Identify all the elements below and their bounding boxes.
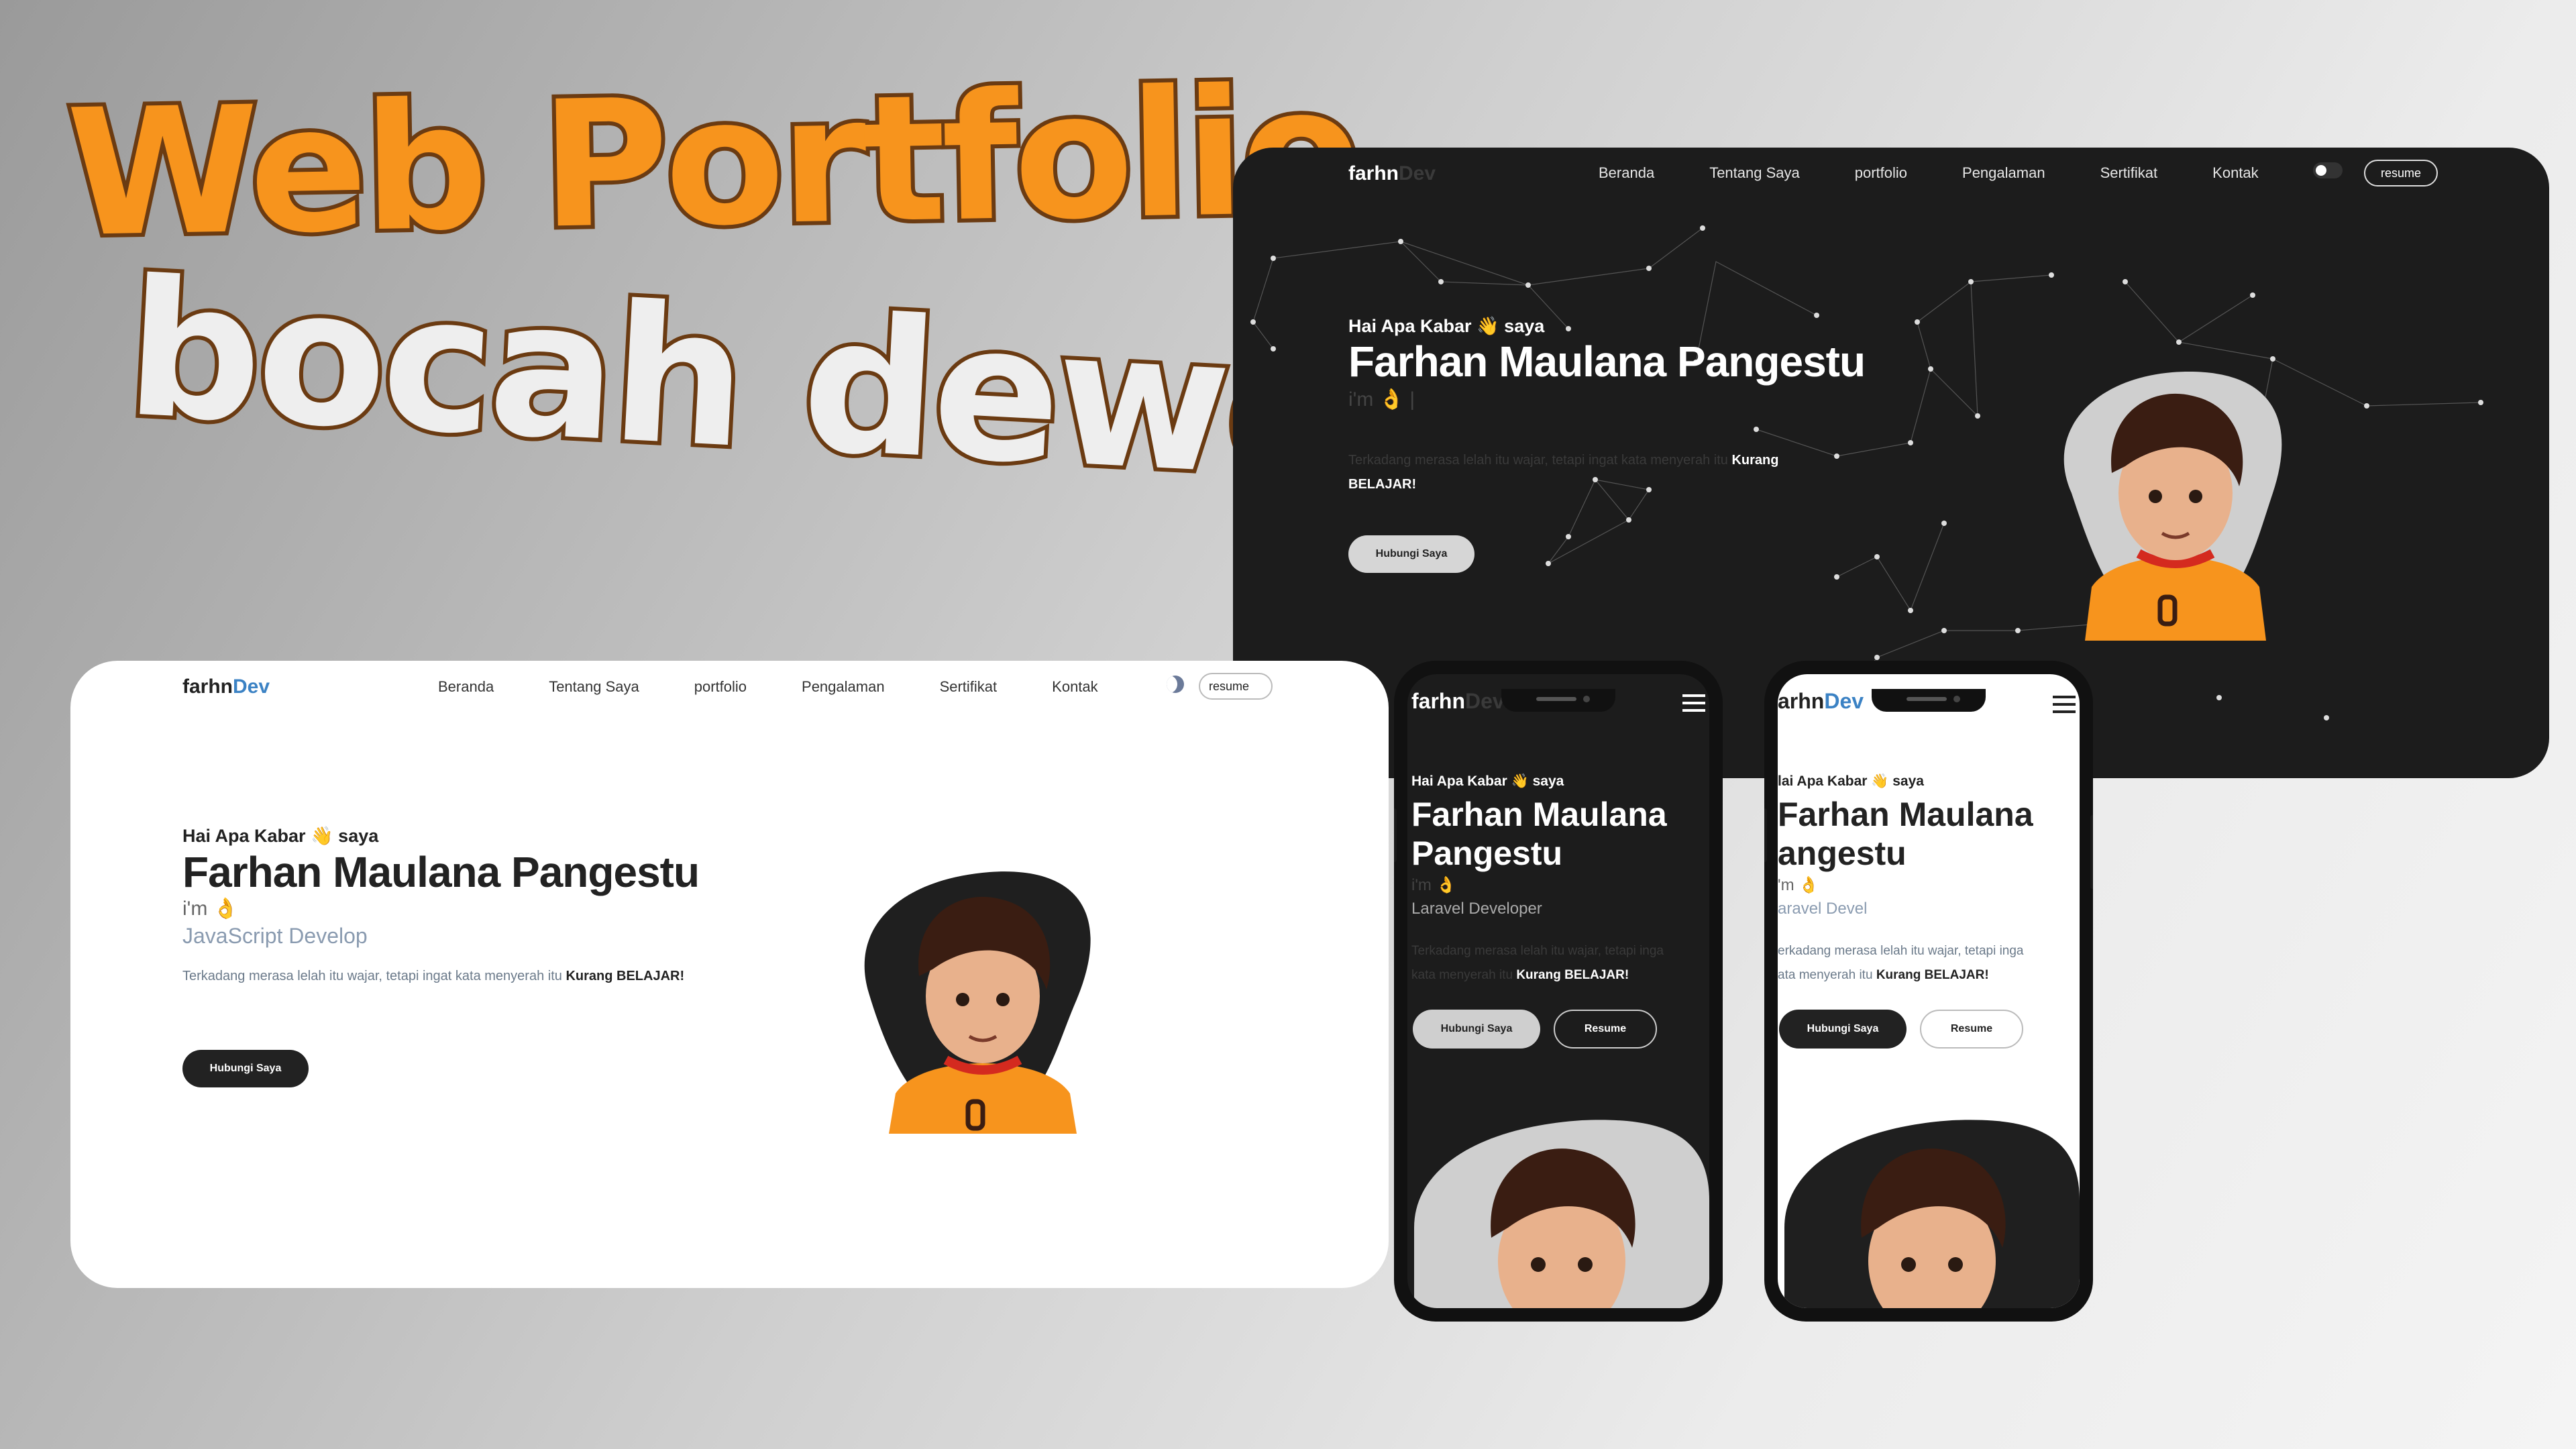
- theme-toggle-moon-icon[interactable]: [1167, 676, 1184, 693]
- nav-portfolio[interactable]: portfolio: [1855, 164, 1907, 182]
- headline-line-1: Web Portfolio: [61, 46, 1362, 280]
- typing-prefix: i'm 👌: [182, 898, 239, 920]
- logo-main: farhn: [182, 676, 233, 698]
- hero-name-line-2: angestu: [1778, 835, 1907, 872]
- logo-accent: Dev: [1399, 162, 1436, 184]
- phone-screen: farhnDev Hai Apa Kabar 👋 saya Farhan Mau…: [1407, 674, 1709, 1308]
- nav-portfolio[interactable]: portfolio: [694, 678, 747, 696]
- greeting: Hai Apa Kabar 👋 saya: [1411, 773, 1564, 789]
- site-logo[interactable]: farhnDev: [1348, 162, 1436, 185]
- quote-strong-2: BELAJAR!: [1348, 477, 1417, 492]
- hero-name: Farhan Maulana angestu: [1778, 795, 2033, 873]
- quote-line-1: erkadang merasa lelah itu wajar, tetapi …: [1778, 944, 2024, 958]
- nav-tentang-saya[interactable]: Tentang Saya: [549, 678, 639, 696]
- nav-pengalaman[interactable]: Pengalaman: [1962, 164, 2045, 182]
- typing-prefix: i'm 👌: [1411, 876, 1456, 894]
- avatar: [2063, 372, 2282, 641]
- quote-strong-1: Kurang: [566, 969, 613, 983]
- hero-name-line-2: Pangestu: [1411, 835, 1563, 872]
- greeting: lai Apa Kabar 👋 saya: [1778, 773, 1924, 789]
- promo-headline: Web Portfolio bocah dewe: [61, 46, 1362, 526]
- hero-role: JavaScript Develop: [182, 924, 368, 948]
- quote-lead: Terkadang merasa lelah itu wajar, tetapi…: [182, 969, 562, 983]
- phone-notch: [1501, 689, 1615, 712]
- quote-strong-1: Kurang: [1731, 453, 1779, 468]
- main-nav: Beranda Tentang Saya portfolio Pengalama…: [1599, 164, 2314, 182]
- resume-button[interactable]: Resume: [1554, 1010, 1657, 1049]
- hero-role: aravel Devel: [1778, 900, 1868, 918]
- nav-beranda[interactable]: Beranda: [1599, 164, 1654, 182]
- hero-quote: Terkadang merasa lelah itu wajar, tetapi…: [1348, 448, 1818, 496]
- quote-line-1: Terkadang merasa lelah itu wajar, tetapi…: [1411, 944, 1664, 958]
- site-logo[interactable]: farhnDev: [1411, 689, 1505, 714]
- dark-phone-preview: farhnDev Hai Apa Kabar 👋 saya Farhan Mau…: [1394, 661, 1723, 1322]
- nav-pengalaman[interactable]: Pengalaman: [802, 678, 885, 696]
- quote-strong: Kurang BELAJAR!: [1516, 968, 1629, 982]
- light-desktop-preview: farhnDev Beranda Tentang Saya portfolio …: [70, 661, 1389, 1288]
- nav-sertifikat[interactable]: Sertifikat: [940, 678, 998, 696]
- hero-quote: erkadang merasa lelah itu wajar, tetapi …: [1778, 939, 2080, 987]
- phone-screen: arhnDev lai Apa Kabar 👋 saya Farhan Maul…: [1778, 674, 2080, 1308]
- typing-prefix: 'm 👌: [1778, 876, 1819, 894]
- resume-nav-button[interactable]: resume: [1199, 673, 1273, 700]
- nav-kontak[interactable]: Kontak: [2212, 164, 2259, 182]
- hero-name: Farhan Maulana Pangestu: [182, 848, 700, 896]
- phone-notch: [1872, 689, 1986, 712]
- quote-strong-2: BELAJAR!: [616, 969, 685, 983]
- nav-beranda[interactable]: Beranda: [438, 678, 494, 696]
- resume-nav-button[interactable]: resume: [2364, 160, 2438, 186]
- contact-button[interactable]: Hubungi Saya: [182, 1050, 309, 1087]
- typing-prefix: i'm 👌 |: [1348, 388, 1415, 411]
- hero-name-line-1: Farhan Maulana: [1411, 796, 1667, 833]
- headline-line-2: bocah dewe: [117, 235, 1358, 526]
- logo-accent: Dev: [1465, 689, 1505, 713]
- volume-button: [1764, 808, 1767, 862]
- logo-main: farhn: [1348, 162, 1399, 184]
- hamburger-menu-icon[interactable]: [1682, 694, 1705, 712]
- hero-name-line-1: Farhan Maulana: [1778, 796, 2033, 833]
- greeting: Hai Apa Kabar 👋 saya: [182, 826, 379, 846]
- hero-name: Farhan Maulana Pangestu: [1411, 795, 1667, 873]
- hero-quote: Terkadang merasa lelah itu wajar, tetapi…: [182, 964, 706, 988]
- power-button: [2090, 815, 2093, 889]
- avatar: [1414, 1120, 1709, 1308]
- quote-lead: Terkadang merasa lelah itu wajar, tetapi…: [1348, 453, 1728, 468]
- logo-main: arhn: [1778, 689, 1825, 713]
- nav-kontak[interactable]: Kontak: [1052, 678, 1098, 696]
- contact-button[interactable]: Hubungi Saya: [1413, 1010, 1540, 1049]
- resume-button[interactable]: Resume: [1920, 1010, 2023, 1049]
- main-nav: Beranda Tentang Saya portfolio Pengalama…: [438, 678, 1153, 696]
- theme-toggle[interactable]: [2313, 162, 2343, 178]
- quote-line-2: ata menyerah itu: [1778, 968, 1873, 982]
- light-phone-preview: arhnDev lai Apa Kabar 👋 saya Farhan Maul…: [1764, 661, 2093, 1322]
- logo-accent: Dev: [1824, 689, 1864, 713]
- hero-role: Laravel Developer: [1411, 900, 1542, 918]
- site-logo[interactable]: arhnDev: [1778, 689, 1864, 714]
- hamburger-menu-icon[interactable]: [2053, 696, 2076, 713]
- logo-accent: Dev: [233, 676, 270, 698]
- hero-quote: Terkadang merasa lelah itu wajar, tetapi…: [1411, 939, 1707, 987]
- avatar: [1784, 1120, 2080, 1308]
- logo-main: farhn: [1411, 689, 1465, 713]
- contact-button[interactable]: Hubungi Saya: [1779, 1010, 1907, 1049]
- hero-name: Farhan Maulana Pangestu: [1348, 337, 1866, 386]
- quote-line-2: kata menyerah itu: [1411, 968, 1513, 982]
- contact-button[interactable]: Hubungi Saya: [1348, 535, 1474, 573]
- nav-tentang-saya[interactable]: Tentang Saya: [1709, 164, 1800, 182]
- toggle-knob: [2316, 165, 2326, 176]
- site-logo[interactable]: farhnDev: [182, 676, 270, 698]
- quote-strong: Kurang BELAJAR!: [1876, 968, 1989, 982]
- avatar: [864, 871, 1091, 1134]
- greeting: Hai Apa Kabar 👋 saya: [1348, 316, 1545, 336]
- volume-button: [1394, 808, 1397, 862]
- nav-sertifikat[interactable]: Sertifikat: [2100, 164, 2158, 182]
